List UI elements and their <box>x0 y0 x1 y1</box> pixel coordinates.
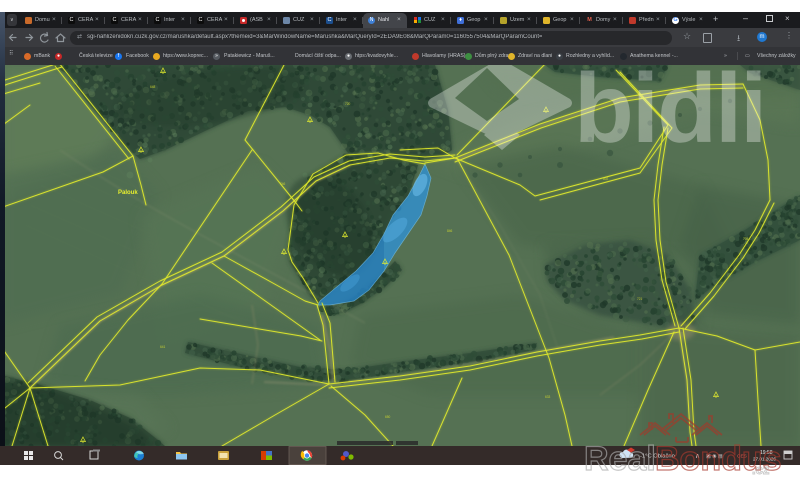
svg-text:Real: Real <box>584 441 656 478</box>
svg-text:721: 721 <box>637 297 643 301</box>
svg-text:802: 802 <box>603 177 609 181</box>
svg-text:705: 705 <box>743 237 749 241</box>
svg-text:720: 720 <box>345 102 351 106</box>
svg-text:641: 641 <box>160 345 166 349</box>
svg-text:Palouk: Palouk <box>118 190 138 196</box>
svg-text:.cz: .cz <box>752 462 770 477</box>
svg-text:648: 648 <box>150 85 156 89</box>
svg-text:bidli: bidli <box>574 65 765 163</box>
svg-text:633: 633 <box>545 395 551 399</box>
svg-text:846: 846 <box>447 229 453 233</box>
svg-text:650: 650 <box>385 415 391 419</box>
svg-text:746: 746 <box>280 182 286 186</box>
